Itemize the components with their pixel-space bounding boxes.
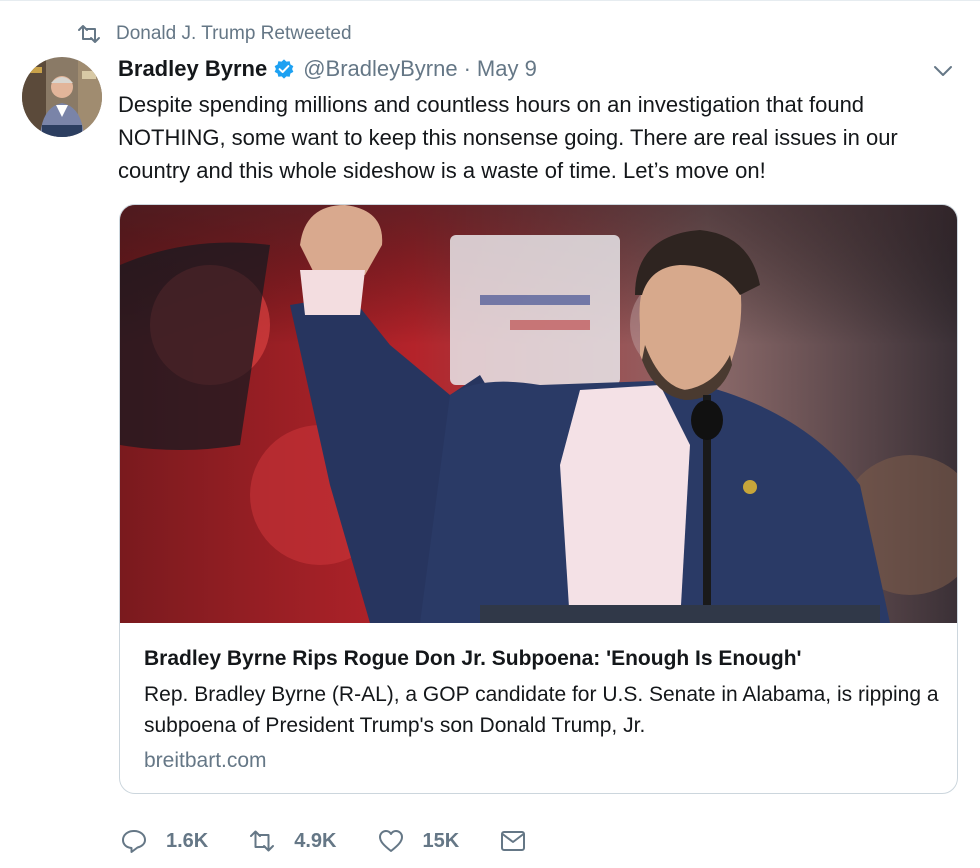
heart-icon [378,830,403,852]
tweet-header: Bradley Byrne @BradleyByrne · May 9 [118,54,537,84]
avatar[interactable] [22,57,102,137]
tweet[interactable]: Donald J. Trump Retweeted Bradley Byrne … [0,0,980,868]
like-count: 15K [422,829,460,852]
like-button[interactable]: 15K [377,827,460,855]
retweet-context-label: Donald J. Trump Retweeted [116,23,352,44]
retweet-icon [250,830,275,852]
retweet-count: 4.9K [294,829,337,852]
message-button[interactable] [499,827,527,855]
card-title: Bradley Byrne Rips Rogue Don Jr. Subpoen… [144,647,802,670]
retweet-button[interactable]: 4.9K [248,827,337,855]
retweet-icon [78,25,100,43]
tweet-actions: 1.6K 4.9K 15K [120,823,567,859]
retweet-context[interactable]: Donald J. Trump Retweeted [76,21,352,47]
separator-dot: · [463,56,471,81]
author-handle[interactable]: @BradleyByrne [303,56,457,82]
chevron-down-icon[interactable] [932,63,954,79]
envelope-icon [501,831,526,851]
author-name[interactable]: Bradley Byrne [118,56,267,82]
tweet-text: Despite spending millions and countless … [118,92,898,183]
reply-button[interactable]: 1.6K [120,827,208,855]
card-image [120,205,957,623]
card-domain: breitbart.com [144,749,267,772]
verified-badge-icon [274,59,294,79]
link-card[interactable]: Bradley Byrne Rips Rogue Don Jr. Subpoen… [119,204,958,794]
reply-icon [122,830,146,853]
tweet-date[interactable]: May 9 [477,56,537,82]
reply-count: 1.6K [166,829,209,852]
card-description: Rep. Bradley Byrne (R-AL), a GOP candida… [144,683,939,737]
